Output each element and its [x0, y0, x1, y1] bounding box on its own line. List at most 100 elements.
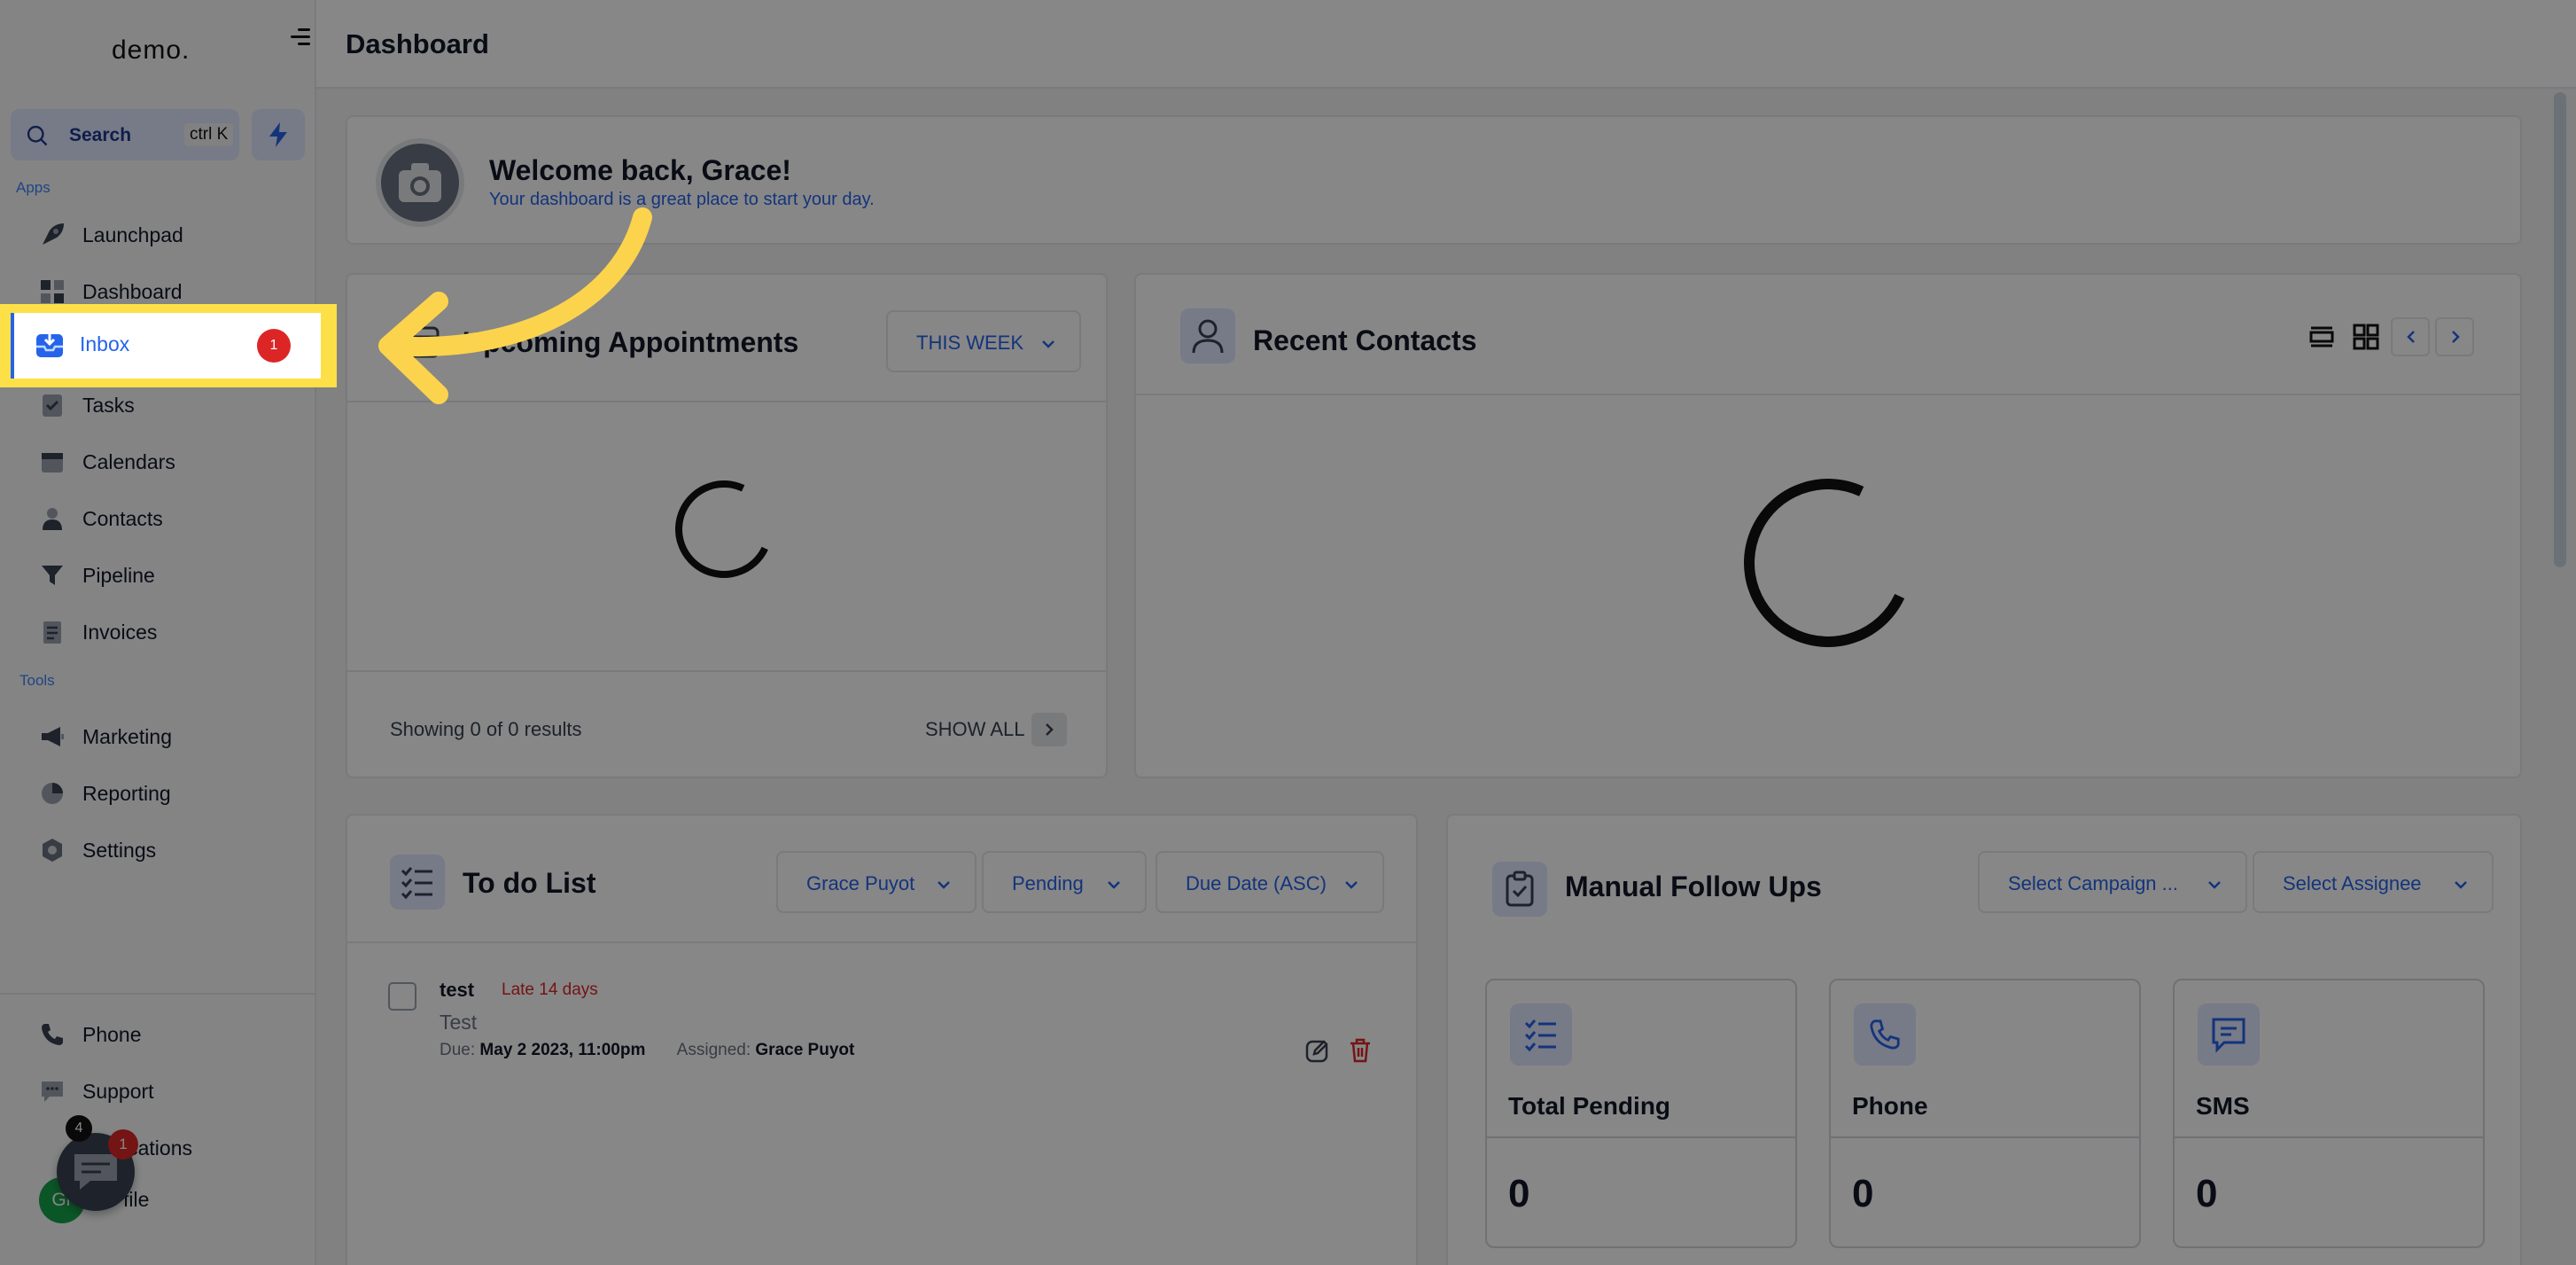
sidebar-item-label: Tasks [82, 394, 135, 417]
sidebar-item-invoices[interactable]: Invoices [32, 613, 298, 649]
assignee-filter-dropdown[interactable]: Select Assignee [2253, 851, 2494, 913]
divider [1831, 1136, 2139, 1138]
sidebar-item-calendars[interactable]: Calendars [32, 443, 298, 479]
recent-contacts-card: Recent Contacts [1134, 273, 2522, 778]
date-range-dropdown[interactable]: THIS WEEK [886, 310, 1081, 372]
sidebar-item-settings[interactable]: Settings [32, 832, 298, 867]
search-button[interactable]: Search ctrl K [11, 109, 239, 160]
phone-icon-box [1854, 1003, 1916, 1066]
list-view-icon[interactable] [2302, 317, 2341, 356]
chevron-down-icon [1042, 340, 1055, 348]
results-count: Showing 0 of 0 results [390, 718, 582, 740]
sidebar-item-contacts[interactable]: Contacts [32, 500, 298, 535]
checklist-icon [1524, 1019, 1556, 1052]
tasks-icon [43, 394, 62, 417]
divider [1136, 394, 2520, 395]
due-date: May 2 2023, 11:00pm [479, 1041, 646, 1059]
dropdown-value: Select Campaign ... [2008, 872, 2178, 894]
dropdown-value: THIS WEEK [916, 332, 1024, 354]
collapse-sidebar-icon[interactable] [285, 25, 310, 50]
dropdown-value: Select Assignee [2283, 872, 2422, 894]
sidebar-item-launchpad[interactable]: Launchpad [32, 216, 298, 252]
manual-follow-ups-card: Manual Follow Ups Select Campaign ... Se… [1446, 814, 2522, 1265]
checklist-icon [401, 867, 432, 900]
chat-widget-badge: 1 [108, 1129, 138, 1160]
status-filter-dropdown[interactable]: Pending [982, 851, 1147, 913]
sidebar-item-phone[interactable]: Phone [32, 1016, 298, 1051]
show-all-button[interactable] [1031, 713, 1067, 746]
contact-icon [43, 508, 62, 530]
sidebar-item-label: Contacts [82, 507, 163, 530]
phone-icon [42, 1024, 63, 1045]
chevron-down-icon [938, 881, 950, 889]
dropdown-value: Due Date (ASC) [1186, 872, 1327, 894]
grid-view-icon[interactable] [2346, 317, 2385, 356]
task-late-badge: Late 14 days [502, 980, 598, 999]
next-button[interactable] [2435, 317, 2474, 356]
upcoming-appointments-card: Upcoming Appointments THIS WEEK Showing … [346, 273, 1108, 778]
welcome-card: Welcome back, Grace! Your dashboard is a… [346, 115, 2522, 245]
app-logo: demo. [112, 35, 191, 65]
welcome-subtitle: Your dashboard is a great place to start… [489, 190, 875, 209]
sidebar-item-label: Phone [82, 1023, 142, 1046]
welcome-title: Welcome back, Grace! [489, 154, 791, 186]
chat-widget-button[interactable]: 1 [57, 1129, 138, 1211]
stat-value: 0 [1508, 1172, 1530, 1215]
sidebar-item-label: Launchpad [82, 223, 183, 246]
section-tools-label: Tools [19, 672, 55, 689]
sidebar: demo. Search ctrl K Apps Launchpad Dashb… [0, 0, 316, 1265]
page-scrollbar[interactable] [2554, 92, 2566, 567]
rocket-icon [43, 223, 64, 245]
campaign-filter-dropdown[interactable]: Select Campaign ... [1978, 851, 2247, 913]
chevron-right-icon [2452, 331, 2460, 343]
notification-count-badge: 4 [66, 1115, 92, 1142]
due-label: Due: [440, 1041, 476, 1059]
phone-icon [1870, 1019, 1900, 1050]
sidebar-item-marketing[interactable]: Marketing [32, 718, 298, 754]
search-icon [27, 125, 48, 146]
chevron-down-icon [1345, 881, 1358, 889]
card-title: Recent Contacts [1253, 324, 1477, 356]
task-meta: Due: May 2 2023, 11:00pm Assigned: Grace… [440, 1041, 854, 1060]
stat-card-sms[interactable]: SMS 0 [2173, 979, 2485, 1248]
sidebar-item-label: Dashboard [82, 280, 183, 303]
task-checkbox[interactable] [388, 982, 416, 1011]
dropdown-value: Grace Puyot [806, 872, 915, 894]
previous-button[interactable] [2391, 317, 2430, 356]
megaphone-icon [42, 727, 64, 746]
edit-icon[interactable] [1304, 1037, 1331, 1064]
divider [347, 401, 1106, 402]
calendar-icon [42, 453, 63, 472]
chevron-down-icon [2208, 881, 2221, 889]
divider [347, 941, 1416, 943]
sidebar-item-label: Support [82, 1080, 154, 1103]
page-title: Dashboard [346, 28, 489, 59]
calendar-icon [406, 326, 440, 358]
show-all-link[interactable]: SHOW ALL [925, 718, 1024, 741]
sidebar-item-tasks[interactable]: Tasks [32, 387, 298, 422]
message-icon [2212, 1018, 2245, 1053]
chat-bubble-icon [74, 1154, 117, 1190]
stat-card-phone[interactable]: Phone 0 [1829, 979, 2141, 1248]
stat-card-total-pending[interactable]: Total Pending 0 [1485, 979, 1797, 1248]
sidebar-item-reporting[interactable]: Reporting [32, 775, 298, 810]
sidebar-item-pipeline[interactable]: Pipeline [32, 557, 298, 592]
chevron-right-icon [1046, 723, 1054, 736]
quick-actions-button[interactable] [252, 109, 305, 160]
sidebar-item-inbox[interactable]: Inbox 1 [11, 313, 321, 379]
top-bar: Dashboard [316, 0, 2576, 89]
search-label: Search [69, 125, 132, 145]
trash-icon[interactable] [1347, 1037, 1374, 1064]
sort-dropdown[interactable]: Due Date (ASC) [1156, 851, 1384, 913]
sidebar-item-dashboard[interactable]: Dashboard [32, 273, 298, 308]
bolt-icon [269, 122, 287, 147]
profile-photo-placeholder[interactable] [376, 138, 464, 227]
assignee-filter-dropdown[interactable]: Grace Puyot [776, 851, 977, 913]
search-shortcut: ctrl K [184, 123, 234, 146]
task-name: test [440, 979, 475, 1001]
inbox-icon [36, 334, 63, 357]
sidebar-item-label: Inbox [80, 332, 130, 355]
stat-value: 0 [2196, 1172, 2218, 1215]
gear-icon [43, 839, 62, 862]
sidebar-item-support[interactable]: Support [32, 1073, 298, 1108]
